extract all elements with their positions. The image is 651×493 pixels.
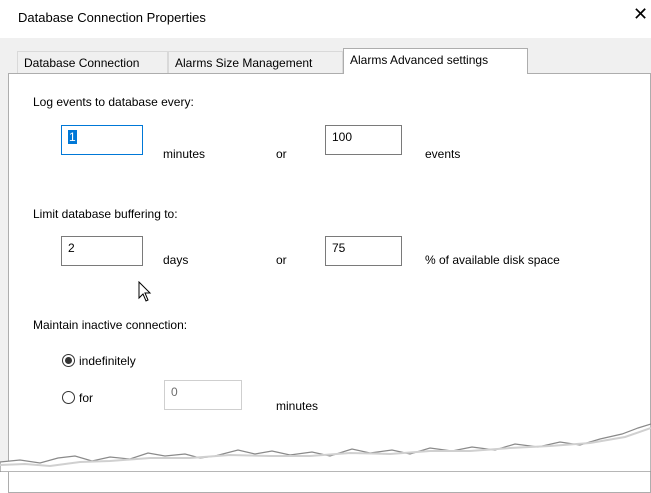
- inactive-minutes-input[interactable]: 0: [164, 380, 242, 410]
- close-icon[interactable]: ✕: [633, 4, 648, 26]
- log-or-label: or: [276, 147, 287, 161]
- buffering-heading: Limit database buffering to:: [33, 207, 178, 221]
- tab-alarms-advanced-settings[interactable]: Alarms Advanced settings: [343, 48, 528, 74]
- buffer-days-value: 2: [68, 241, 75, 255]
- buffer-disk-label: % of available disk space: [425, 253, 560, 267]
- log-events-label: events: [425, 147, 461, 161]
- tab-label: Database Connection: [24, 56, 140, 70]
- radio-for-label[interactable]: for: [79, 391, 93, 405]
- log-events-input[interactable]: 100: [325, 125, 402, 155]
- buffer-or-label: or: [276, 253, 287, 267]
- tab-database-connection[interactable]: Database Connection: [17, 51, 168, 74]
- tab-label: Alarms Advanced settings: [350, 53, 489, 67]
- log-minutes-label: minutes: [163, 147, 206, 161]
- tab-alarms-size-management[interactable]: Alarms Size Management: [168, 51, 343, 74]
- inactive-heading: Maintain inactive connection:: [33, 318, 188, 332]
- torn-edge-decoration: [0, 423, 651, 472]
- log-minutes-value: 1: [68, 130, 77, 144]
- radio-for[interactable]: [62, 391, 75, 404]
- buffer-disk-input[interactable]: 75: [325, 236, 402, 266]
- log-events-heading: Log events to database every:: [33, 95, 194, 109]
- radio-indefinitely[interactable]: [62, 354, 75, 367]
- inactive-minutes-value: 0: [171, 385, 178, 399]
- arrow-pointer-icon: [138, 281, 152, 302]
- buffer-days-input[interactable]: 2: [61, 236, 143, 266]
- buffer-disk-value: 75: [332, 241, 346, 255]
- dialog-title: Database Connection Properties: [18, 10, 206, 25]
- log-minutes-input[interactable]: 1: [61, 125, 143, 155]
- inactive-minutes-label: minutes: [276, 399, 319, 413]
- tab-label: Alarms Size Management: [175, 56, 313, 70]
- buffer-days-label: days: [163, 253, 189, 267]
- radio-indefinitely-label[interactable]: indefinitely: [79, 354, 136, 368]
- log-events-value: 100: [332, 130, 353, 144]
